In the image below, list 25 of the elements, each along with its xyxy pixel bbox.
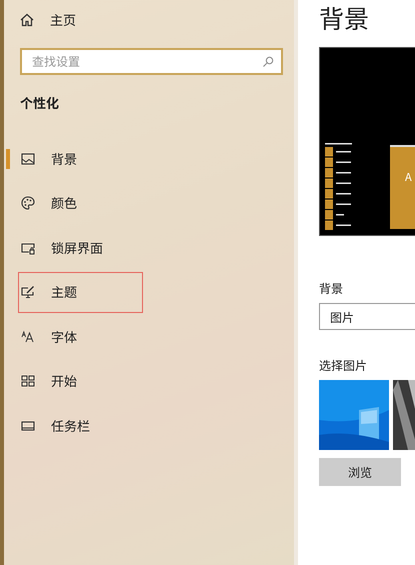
- search-field[interactable]: 查找设置: [20, 48, 283, 75]
- nav-item[interactable]: 锁屏界面: [51, 238, 104, 256]
- start-tiles-icon: [21, 374, 35, 388]
- field-label: 背景: [319, 281, 344, 297]
- search-icon: [262, 56, 274, 68]
- nav-item[interactable]: 字体: [51, 328, 78, 346]
- font-size-icon: [21, 330, 35, 344]
- section-title: 个性化: [19, 94, 60, 112]
- browse-button[interactable]: 浏览: [319, 458, 401, 486]
- field-label: 选择图片: [319, 358, 368, 374]
- home-icon: [20, 13, 34, 27]
- lock-screen-icon: [21, 240, 35, 254]
- nav-item[interactable]: 开始: [51, 372, 78, 390]
- taskbar-icon: [21, 418, 35, 432]
- nav-item[interactable]: 颜色: [51, 194, 78, 212]
- nav-item[interactable]: 背景: [51, 150, 78, 168]
- nav-item[interactable]: 任务栏: [51, 416, 90, 434]
- page-title: 背景: [319, 2, 370, 34]
- home-link[interactable]: 主页: [50, 11, 76, 29]
- background-dropdown[interactable]: 图片: [319, 303, 415, 330]
- theme-icon: [21, 285, 35, 299]
- image-icon: [21, 152, 35, 166]
- tile-text: A: [405, 169, 412, 185]
- palette-icon: [21, 196, 35, 210]
- nav-item[interactable]: 主题: [51, 283, 78, 301]
